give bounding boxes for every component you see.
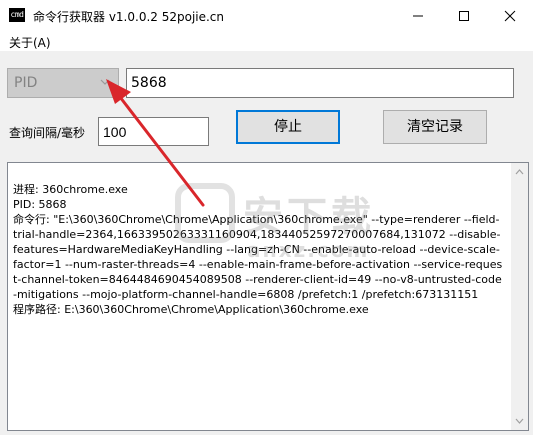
scroll-up-icon[interactable] — [515, 169, 524, 175]
vertical-scrollbar[interactable] — [511, 163, 528, 430]
clear-log-button[interactable]: 清空记录 — [383, 110, 487, 144]
output-text: 进程: 360chrome.exe PID: 5868 命令行: "E:\360… — [13, 183, 503, 316]
maximize-icon — [459, 11, 469, 21]
chevron-down-icon — [100, 79, 110, 85]
mode-select-value: PID — [14, 75, 38, 91]
pid-input[interactable] — [126, 68, 514, 98]
window-title: 命令行获取器 v1.0.0.2 52pojie.cn — [33, 10, 225, 24]
mode-select[interactable]: PID — [7, 68, 119, 98]
close-button[interactable] — [487, 0, 533, 31]
minimize-button[interactable] — [395, 0, 441, 31]
close-icon — [504, 10, 516, 22]
output-textarea[interactable]: 进程: 360chrome.exe PID: 5868 命令行: "E:\360… — [7, 162, 529, 431]
maximize-button[interactable] — [441, 0, 487, 31]
stop-button[interactable]: 停止 — [236, 110, 340, 144]
interval-input[interactable] — [98, 117, 209, 146]
title-bar: cmd 命令行获取器 v1.0.0.2 52pojie.cn — [0, 0, 533, 31]
interval-label: 查询间隔/毫秒 — [9, 126, 86, 140]
scroll-down-icon[interactable] — [515, 418, 524, 424]
minimize-icon — [413, 15, 423, 17]
menu-about[interactable]: 关于(A) — [9, 34, 51, 51]
app-icon: cmd — [9, 8, 25, 22]
menu-bar: 关于(A) — [0, 31, 533, 51]
